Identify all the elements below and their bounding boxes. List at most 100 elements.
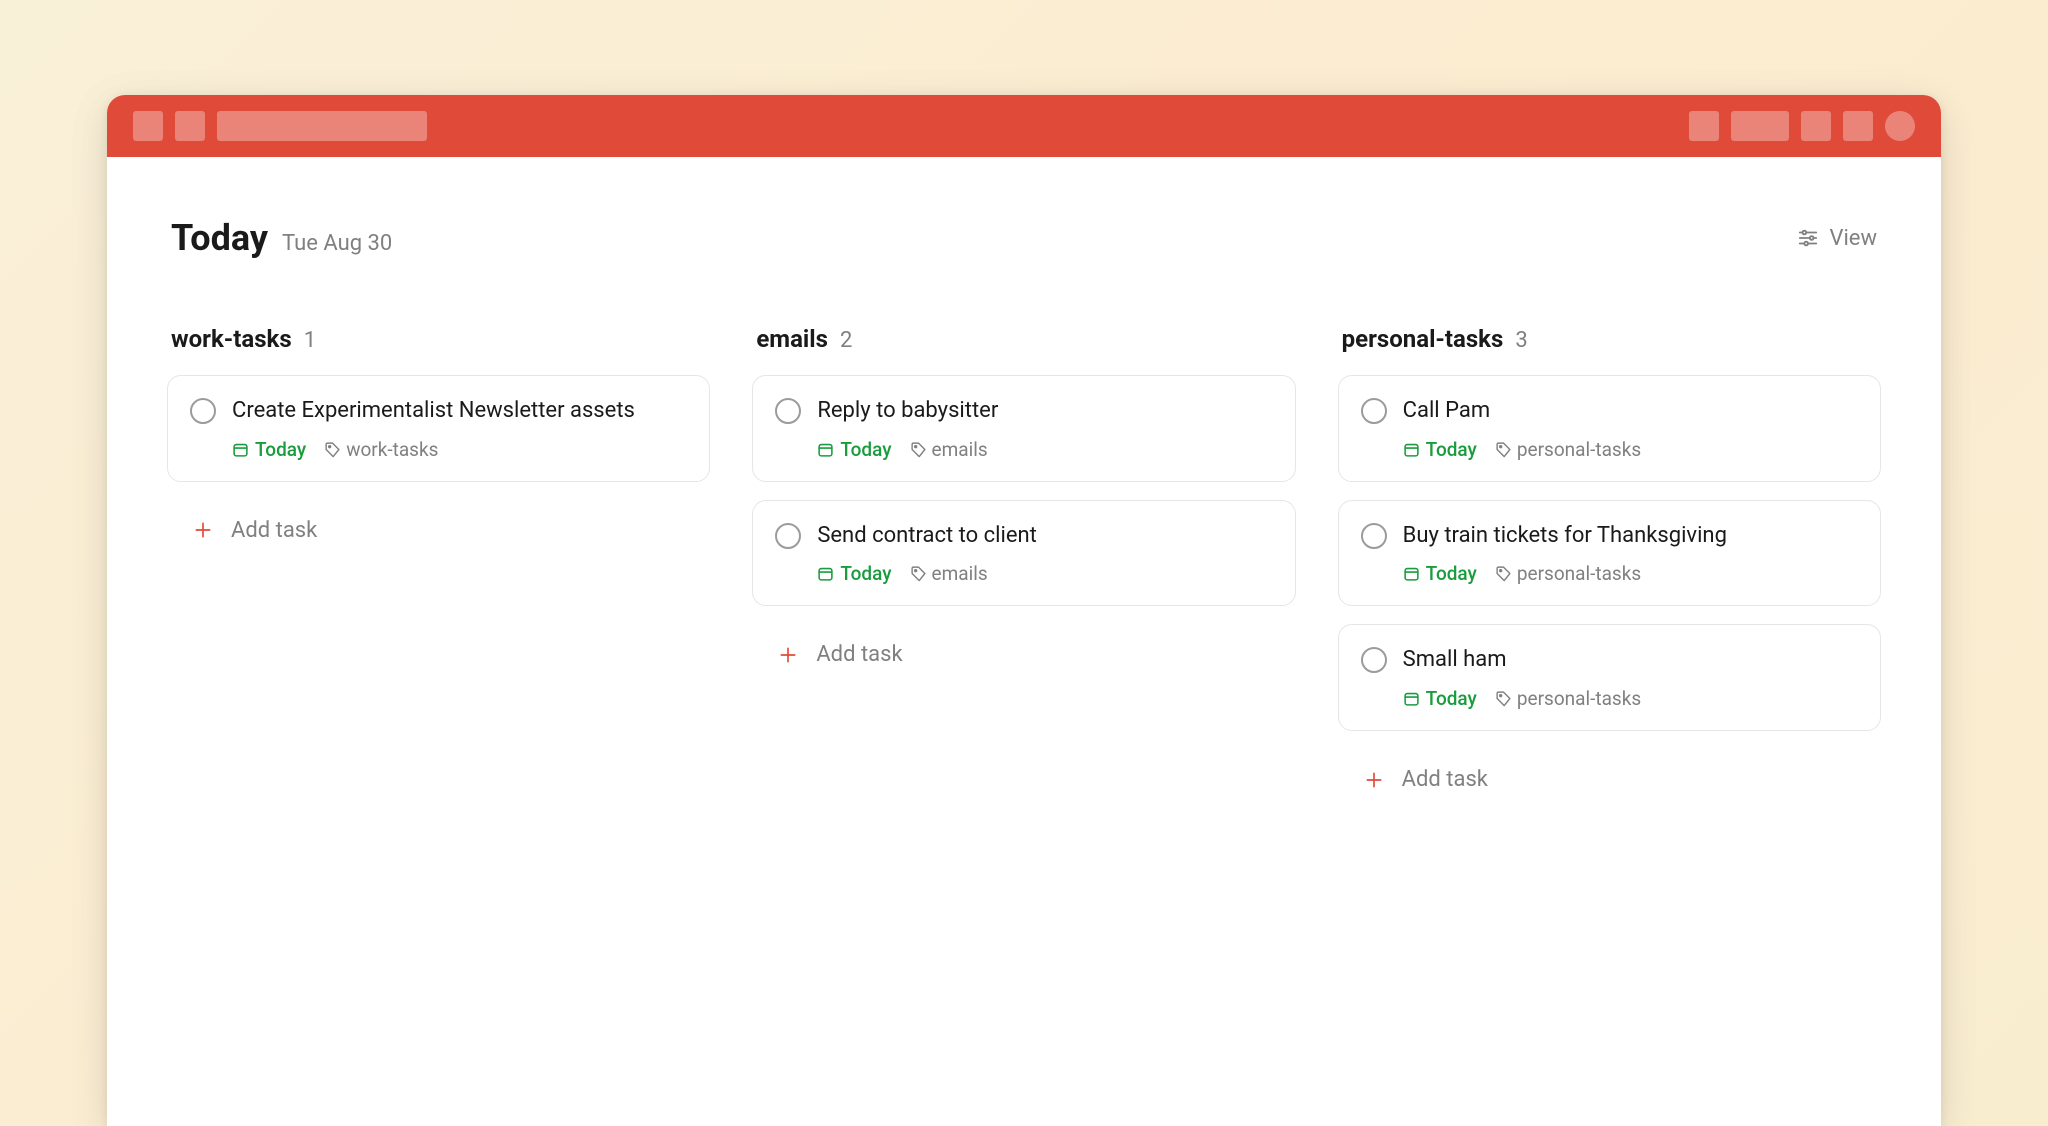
due-date-label: Today — [1426, 438, 1477, 461]
due-date-label: Today — [1426, 562, 1477, 585]
sliders-icon — [1797, 227, 1819, 249]
task-checkbox[interactable] — [1361, 523, 1387, 549]
column-name: emails — [756, 325, 828, 353]
label-name: personal-tasks — [1517, 438, 1641, 461]
board-column: personal-tasks 3 Call Pam — [1338, 325, 1881, 810]
column-count: 1 — [304, 328, 316, 353]
label-tag[interactable]: work-tasks — [324, 438, 438, 461]
calendar-icon — [1403, 441, 1420, 458]
task-checkbox[interactable] — [1361, 647, 1387, 673]
calendar-icon — [1403, 690, 1420, 707]
view-button-label: View — [1829, 226, 1877, 251]
task-meta: Today work-tasks — [232, 438, 687, 461]
calendar-icon — [232, 441, 249, 458]
label-tag[interactable]: emails — [910, 562, 988, 585]
column-name: personal-tasks — [1342, 325, 1504, 353]
due-date-label: Today — [255, 438, 306, 461]
task-title: Call Pam — [1403, 396, 1858, 426]
page-date: Tue Aug 30 — [282, 231, 392, 256]
label-name: personal-tasks — [1517, 562, 1641, 585]
board: work-tasks 1 Create Experimentalist News… — [167, 325, 1881, 810]
label-name: emails — [932, 438, 988, 461]
due-date-label: Today — [840, 438, 891, 461]
column-count: 2 — [840, 328, 852, 353]
titlebar-control[interactable] — [1843, 111, 1873, 141]
due-date-tag[interactable]: Today — [817, 562, 891, 585]
due-date-tag[interactable]: Today — [232, 438, 306, 461]
label-tag[interactable]: emails — [910, 438, 988, 461]
tag-icon — [910, 565, 927, 582]
due-date-tag[interactable]: Today — [1403, 687, 1477, 710]
page-title: Today — [171, 217, 268, 259]
tag-icon — [324, 441, 341, 458]
titlebar-control[interactable] — [1731, 111, 1789, 141]
column-name: work-tasks — [171, 325, 292, 353]
task-title: Small ham — [1403, 645, 1858, 675]
titlebar-control[interactable] — [175, 111, 205, 141]
add-task-button[interactable]: Add task — [167, 500, 710, 561]
calendar-icon — [817, 441, 834, 458]
due-date-label: Today — [1426, 687, 1477, 710]
label-tag[interactable]: personal-tasks — [1495, 562, 1641, 585]
label-tag[interactable]: personal-tasks — [1495, 687, 1641, 710]
task-meta: Today emails — [817, 562, 1272, 585]
tag-icon — [1495, 441, 1512, 458]
tag-icon — [1495, 690, 1512, 707]
due-date-tag[interactable]: Today — [817, 438, 891, 461]
add-task-label: Add task — [816, 642, 902, 667]
view-button[interactable]: View — [1797, 226, 1877, 251]
due-date-tag[interactable]: Today — [1403, 562, 1477, 585]
task-title: Send contract to client — [817, 521, 1272, 551]
avatar[interactable] — [1885, 111, 1915, 141]
task-card[interactable]: Buy train tickets for Thanksgiving Today — [1338, 500, 1881, 607]
due-date-tag[interactable]: Today — [1403, 438, 1477, 461]
task-card[interactable]: Call Pam Today — [1338, 375, 1881, 482]
task-body: Buy train tickets for Thanksgiving Today — [1403, 521, 1858, 586]
task-meta: Today personal-tasks — [1403, 438, 1858, 461]
column-header: work-tasks 1 — [167, 325, 710, 353]
task-body: Call Pam Today — [1403, 396, 1858, 461]
task-body: Small ham Today — [1403, 645, 1858, 710]
task-checkbox[interactable] — [775, 398, 801, 424]
titlebar-control[interactable] — [1801, 111, 1831, 141]
task-title: Create Experimentalist Newsletter assets — [232, 396, 687, 426]
add-task-label: Add task — [231, 518, 317, 543]
titlebar-control[interactable] — [133, 111, 163, 141]
task-checkbox[interactable] — [775, 523, 801, 549]
due-date-label: Today — [840, 562, 891, 585]
add-task-button[interactable]: Add task — [752, 624, 1295, 685]
label-name: personal-tasks — [1517, 687, 1641, 710]
titlebar-search-placeholder[interactable] — [217, 111, 427, 141]
column-count: 3 — [1515, 328, 1527, 353]
add-task-button[interactable]: Add task — [1338, 749, 1881, 810]
label-tag[interactable]: personal-tasks — [1495, 438, 1641, 461]
task-body: Create Experimentalist Newsletter assets… — [232, 396, 687, 461]
calendar-icon — [1403, 565, 1420, 582]
task-body: Send contract to client Today — [817, 521, 1272, 586]
task-meta: Today personal-tasks — [1403, 562, 1858, 585]
label-name: work-tasks — [346, 438, 438, 461]
task-card[interactable]: Reply to babysitter Today — [752, 375, 1295, 482]
tag-icon — [910, 441, 927, 458]
plus-icon — [1364, 770, 1384, 790]
task-card[interactable]: Small ham Today — [1338, 624, 1881, 731]
task-card[interactable]: Send contract to client Today — [752, 500, 1295, 607]
plus-icon — [778, 645, 798, 665]
column-header: personal-tasks 3 — [1338, 325, 1881, 353]
task-meta: Today emails — [817, 438, 1272, 461]
board-column: emails 2 Reply to babysitter — [752, 325, 1295, 810]
label-name: emails — [932, 562, 988, 585]
tag-icon — [1495, 565, 1512, 582]
page-title-group: Today Tue Aug 30 — [171, 217, 392, 259]
task-card[interactable]: Create Experimentalist Newsletter assets… — [167, 375, 710, 482]
add-task-label: Add task — [1402, 767, 1488, 792]
plus-icon — [193, 520, 213, 540]
task-title: Buy train tickets for Thanksgiving — [1403, 521, 1858, 551]
task-checkbox[interactable] — [190, 398, 216, 424]
task-checkbox[interactable] — [1361, 398, 1387, 424]
task-title: Reply to babysitter — [817, 396, 1272, 426]
titlebar-control[interactable] — [1689, 111, 1719, 141]
calendar-icon — [817, 565, 834, 582]
page-header: Today Tue Aug 30 View — [167, 217, 1881, 259]
task-body: Reply to babysitter Today — [817, 396, 1272, 461]
